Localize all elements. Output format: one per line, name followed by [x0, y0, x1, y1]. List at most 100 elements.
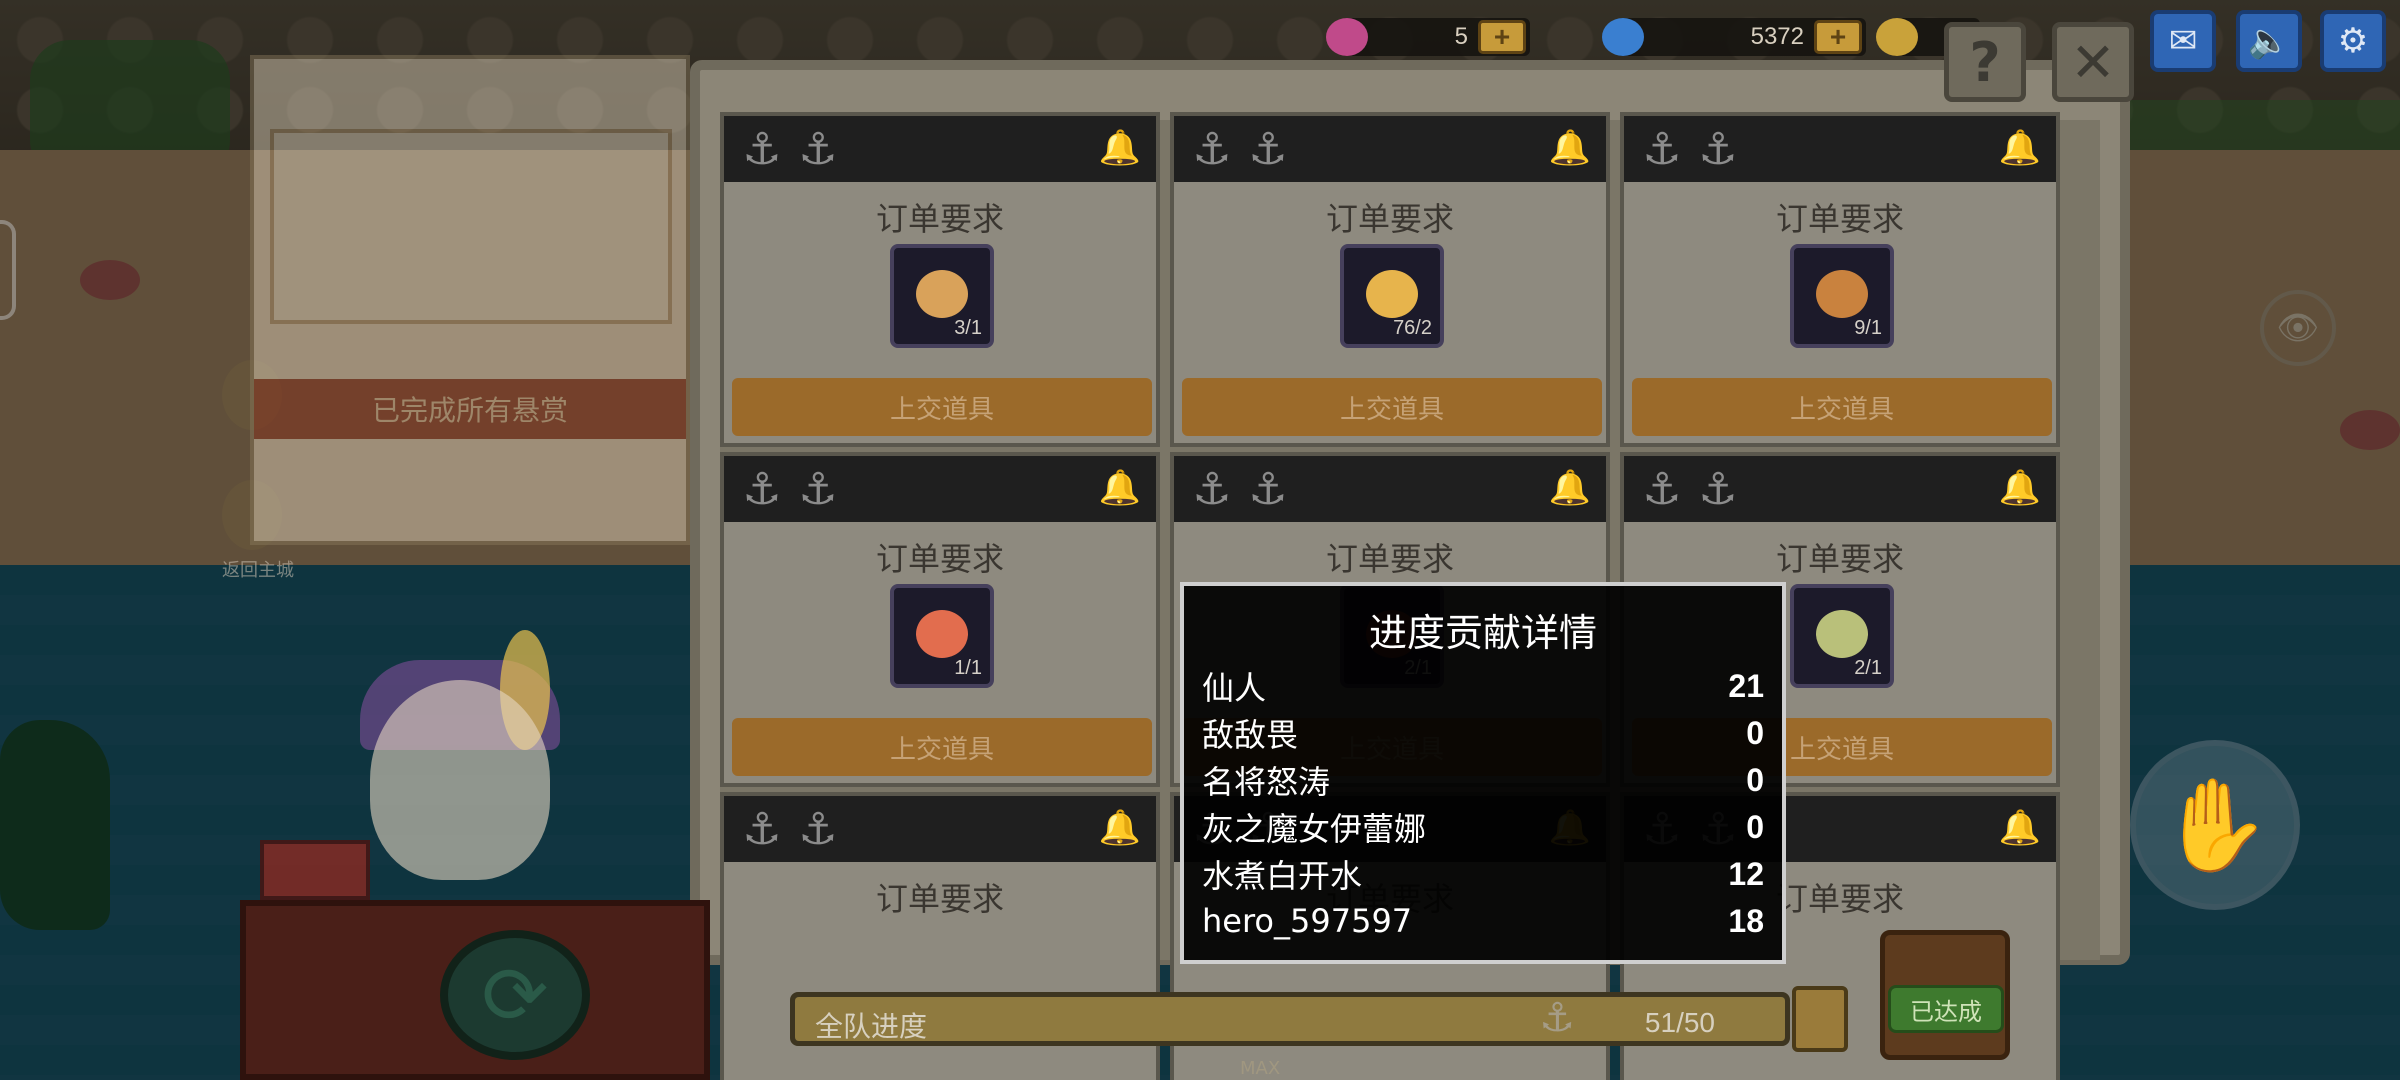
progress-end-cap [1792, 986, 1848, 1052]
anchor-icon: ⚓ [1192, 463, 1232, 515]
order-card-header: ⚓ ⚓ 🔔 [724, 116, 1156, 182]
contribution-popup: 进度贡献详情 仙人 21 敌敌畏 0 名将怒涛 0 灰之魔女伊蕾娜 0 水煮白开… [1180, 582, 1786, 964]
food-item-icon [1816, 610, 1868, 658]
item-count: 1/1 [954, 657, 982, 679]
team-progress-value: 51/50 [1644, 1007, 1715, 1038]
submit-item-button[interactable]: 上交道具 [1632, 378, 2052, 436]
order-item-slot[interactable]: 2/1 [1790, 584, 1894, 688]
close-button[interactable]: ✕ [2052, 22, 2134, 102]
contribution-row: 仙人 21 [1202, 664, 1764, 708]
anchor-icon: ⚓ [1698, 123, 1738, 175]
contribution-row: 水煮白开水 12 [1202, 852, 1764, 896]
order-card-header: ⚓ ⚓ 🔔 [1624, 116, 2056, 182]
speaker-icon: 🔈 [2247, 21, 2291, 61]
anchor-icon: ⚓ [1192, 123, 1232, 175]
bell-icon[interactable]: 🔔 [1548, 126, 1592, 170]
player-contribution: 21 [1728, 667, 1764, 704]
anchor-icon: ⚓ [798, 463, 838, 515]
popup-title: 进度贡献详情 [1368, 611, 1597, 655]
order-card: ⚓ ⚓ 🔔 订单要求 9/1 上交道具 [1620, 112, 2060, 447]
submit-item-button[interactable]: 上交道具 [732, 378, 1152, 436]
bounty-reward-frame [270, 129, 672, 324]
eye-icon[interactable]: 👁 [2260, 290, 2336, 366]
player-contribution: 18 [1728, 902, 1764, 939]
player-name: hero_597597 [1202, 902, 1413, 940]
max-label: MAX [1240, 1058, 1281, 1079]
food-item-icon [916, 270, 968, 318]
return-city-label: 返回主城 [222, 560, 294, 581]
edge-handle[interactable] [0, 220, 16, 320]
player-name: 敌敌畏 [1202, 716, 1299, 754]
submit-item-button[interactable]: 上交道具 [1182, 378, 1602, 436]
contribution-row: hero_597597 18 [1202, 899, 1764, 943]
add-pink-gem-button[interactable]: + [1478, 20, 1526, 54]
order-card-header: ⚓ ⚓ 🔔 [1624, 456, 2056, 522]
order-card-header: ⚓ ⚓ 🔔 [724, 456, 1156, 522]
player-name: 灰之魔女伊蕾娜 [1202, 810, 1427, 848]
bounty-panel: 已完成所有悬赏 [250, 55, 690, 545]
treasure-chest-icon [260, 840, 370, 900]
order-title: 订单要求 [1775, 200, 1904, 238]
item-count: 2/1 [1854, 657, 1882, 679]
anchor-icon: ⚓ [1248, 123, 1288, 175]
refresh-emblem-icon[interactable]: ⟳ [440, 930, 590, 1060]
close-icon: ✕ [2070, 30, 2116, 94]
bell-icon[interactable]: 🔔 [1998, 126, 2042, 170]
player-name: 仙人 [1202, 669, 1267, 707]
food-item-icon [916, 610, 968, 658]
bell-icon[interactable]: 🔔 [1098, 466, 1142, 510]
team-progress-fill [795, 997, 1785, 1041]
anchor-icon: ⚓ [1539, 995, 1575, 1041]
anchor-icon: ⚓ [1698, 463, 1738, 515]
item-count: 3/1 [954, 317, 982, 339]
achieved-badge: 已达成 [1888, 985, 2004, 1033]
order-title: 订单要求 [1325, 540, 1454, 578]
order-card: ⚓ ⚓ 🔔 订单要求 3/1 上交道具 [720, 112, 1160, 447]
settings-button[interactable]: ⚙ [2320, 10, 2386, 72]
anchor-icon: ⚓ [1642, 123, 1682, 175]
mail-button[interactable]: ✉ [2150, 10, 2216, 72]
order-card: ⚓ ⚓ 🔔 订单要求 1/1 上交道具 [720, 452, 1160, 787]
order-title: 订单要求 [1325, 200, 1454, 238]
bell-icon[interactable]: 🔔 [1998, 806, 2042, 850]
team-progress-label: 全队进度 [815, 1010, 928, 1043]
order-item-slot[interactable]: 76/2 [1340, 244, 1444, 348]
order-item-slot[interactable]: 1/1 [890, 584, 994, 688]
sound-button[interactable]: 🔈 [2236, 10, 2302, 72]
player-name: 水煮白开水 [1202, 857, 1363, 895]
add-blue-gem-button[interactable]: + [1814, 20, 1862, 54]
pink-gem-icon [1326, 18, 1368, 56]
gold-icon [1876, 18, 1918, 56]
order-card-header: ⚓ ⚓ 🔔 [1174, 456, 1606, 522]
order-title: 订单要求 [875, 540, 1004, 578]
bell-icon[interactable]: 🔔 [1098, 126, 1142, 170]
contribution-row: 名将怒涛 0 [1202, 758, 1764, 802]
bounty-complete-banner: 已完成所有悬赏 [254, 379, 686, 439]
order-title: 订单要求 [875, 200, 1004, 238]
bell-icon[interactable]: 🔔 [1998, 466, 2042, 510]
bell-icon[interactable]: 🔔 [1548, 466, 1592, 510]
interact-hand-button[interactable]: ✋ [2130, 740, 2300, 910]
player-contribution: 12 [1728, 855, 1764, 892]
gear-icon: ⚙ [2337, 21, 2369, 61]
contribution-row: 灰之魔女伊蕾娜 0 [1202, 805, 1764, 849]
player-name: 名将怒涛 [1202, 763, 1331, 801]
food-item-icon [1816, 270, 1868, 318]
help-button[interactable]: ? [1944, 22, 2026, 102]
food-item-icon [1366, 270, 1418, 318]
mail-icon: ✉ [2168, 21, 2198, 61]
submit-item-button[interactable]: 上交道具 [732, 718, 1152, 776]
item-count: 76/2 [1393, 317, 1432, 339]
bell-icon[interactable]: 🔔 [1098, 806, 1142, 850]
order-card-header: ⚓ ⚓ 🔔 [1174, 116, 1606, 182]
npc-character[interactable] [370, 680, 550, 880]
blue-gem-count: 5372 [1750, 23, 1804, 50]
order-item-slot[interactable]: 9/1 [1790, 244, 1894, 348]
pink-gem-counter: 5 + [1326, 18, 1530, 56]
order-item-slot[interactable]: 3/1 [890, 244, 994, 348]
anchor-icon: ⚓ [798, 123, 838, 175]
blue-gem-icon [1602, 18, 1644, 56]
blue-gem-counter: 5372 + [1602, 18, 1866, 56]
order-card-header: ⚓ ⚓ 🔔 [724, 796, 1156, 862]
anchor-icon: ⚓ [742, 123, 782, 175]
